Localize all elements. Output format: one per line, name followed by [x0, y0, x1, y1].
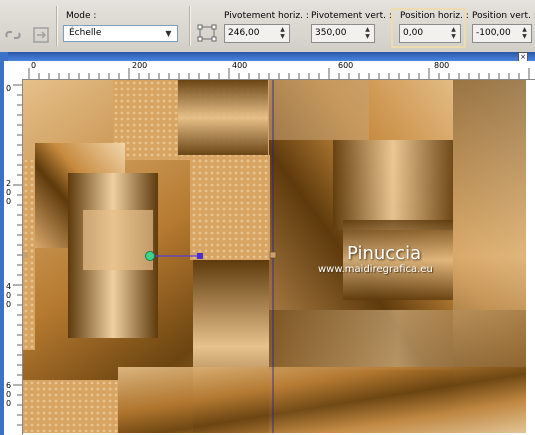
watermark-url: www.maidiregrafica.eu — [318, 264, 433, 275]
ruler-label: 0 — [6, 84, 12, 93]
position-horizontal-label: Position horiz. : — [400, 11, 469, 21]
horizontal-ruler: 0 200 400 600 800 — [22, 61, 535, 80]
pivot-horizontal-input[interactable]: 246,00 ▲ ▼ — [224, 24, 290, 43]
spin-up-icon[interactable]: ▲ — [277, 26, 288, 33]
spin-down-icon[interactable]: ▼ — [362, 33, 373, 40]
link-icon[interactable] — [3, 25, 23, 45]
toolbar-separator — [189, 6, 191, 46]
ruler-label: 800 — [434, 61, 450, 70]
pivot-point-icon[interactable] — [197, 23, 217, 43]
pivot-horizontal-label: Pivotement horiz. : — [224, 11, 309, 21]
tool-options-toolbar: Mode : Échelle ▼ Pivotement horiz. : 246… — [0, 0, 535, 53]
pivot-vertical-value: 350,00 — [315, 28, 347, 38]
image-canvas[interactable] — [23, 80, 526, 433]
spin-down-icon[interactable]: ▼ — [448, 33, 459, 40]
ruler-label: 400 — [6, 282, 12, 309]
ruler-label: 400 — [232, 61, 248, 70]
position-vertical-input[interactable]: -100,00 ▲ ▼ — [472, 24, 532, 43]
ruler-label: 0 — [31, 61, 37, 70]
mode-dropdown[interactable]: Échelle ▼ — [63, 25, 178, 42]
ruler-label: 600 — [6, 381, 12, 408]
reset-transform-icon[interactable] — [31, 25, 51, 45]
canvas-artwork — [23, 80, 526, 433]
spin-up-icon[interactable]: ▲ — [519, 26, 530, 33]
ruler-corner — [4, 61, 22, 79]
position-horizontal-value: 0,00 — [403, 28, 424, 38]
mode-label: Mode : — [66, 11, 97, 21]
mode-value: Échelle — [69, 28, 102, 38]
pivot-vertical-input[interactable]: 350,00 ▲ ▼ — [311, 24, 375, 43]
spin-up-icon[interactable]: ▲ — [448, 26, 459, 33]
vertical-ruler: 0 200 400 600 — [4, 79, 23, 435]
chevron-down-icon[interactable]: ▼ — [162, 27, 175, 40]
pivot-horizontal-value: 246,00 — [228, 28, 260, 38]
pivot-vertical-label: Pivotement vert. : — [311, 11, 392, 21]
spin-up-icon[interactable]: ▲ — [362, 26, 373, 33]
spin-down-icon[interactable]: ▼ — [519, 33, 530, 40]
ruler-label: 200 — [132, 61, 148, 70]
position-horizontal-input[interactable]: 0,00 ▲ ▼ — [399, 24, 461, 43]
position-vertical-value: -100,00 — [476, 28, 511, 38]
ruler-label: 600 — [338, 61, 354, 70]
watermark-title: Pinuccia — [347, 243, 422, 264]
window-title-bar[interactable]: × — [8, 52, 535, 62]
spin-down-icon[interactable]: ▼ — [277, 33, 288, 40]
toolbar-separator — [56, 6, 58, 46]
ruler-label: 200 — [6, 179, 12, 206]
position-vertical-label: Position vert. : — [472, 11, 535, 21]
